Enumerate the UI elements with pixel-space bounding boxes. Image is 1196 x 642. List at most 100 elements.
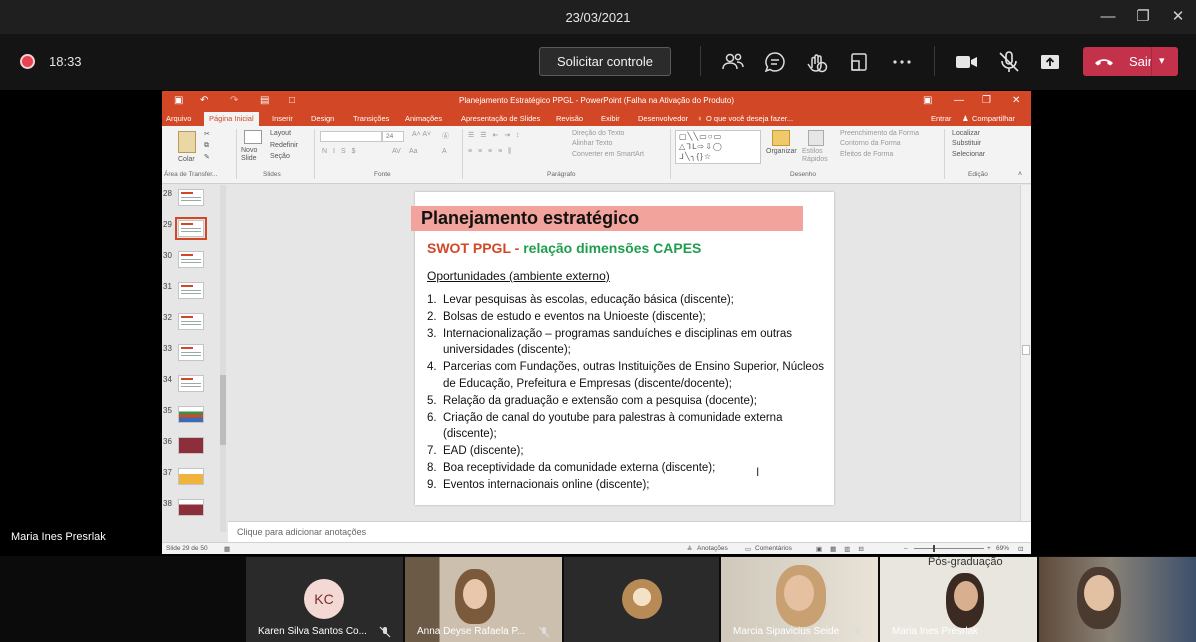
current-slide[interactable]: Planejamento estratégico SWOT PPGL - rel… [411,192,834,505]
tell-me-search[interactable]: O que você deseja fazer... [706,114,793,123]
camera-icon[interactable] [952,48,980,76]
share-link[interactable]: Compartilhar [972,114,1015,123]
tab-animacoes[interactable]: Animações [405,114,442,123]
new-slide-icon[interactable] [244,130,262,144]
notes-pane[interactable]: Clique para adicionar anotações [228,521,1031,543]
participant-tile[interactable] [1039,557,1196,642]
slide-thumbnail[interactable] [178,468,204,485]
font-family-select[interactable] [320,131,382,142]
chevron-down-icon[interactable]: ▾ [1159,54,1165,67]
participant-tile[interactable]: KC Karen Silva Santos Co... [246,557,403,642]
clear-format-icon[interactable]: Ⓐ [442,131,449,141]
tab-inserir[interactable]: Inserir [272,114,293,123]
tab-desenvolvedor[interactable]: Desenvolvedor [638,114,688,123]
ppt-minimize-button[interactable]: — [954,95,964,106]
shape-outline-button[interactable]: Contorno da Forma [840,140,901,147]
font-color-icon[interactable]: A [442,148,447,155]
tab-arquivo[interactable]: Arquivo [166,114,191,123]
quick-styles-icon[interactable] [808,130,824,146]
layout-button[interactable]: Layout [270,130,291,137]
char-spacing-icon[interactable]: AV [392,148,401,155]
align-text-button[interactable]: Alinhar Texto [572,140,612,147]
copy-icon[interactable]: ⧉ [204,142,209,150]
participant-tile[interactable] [564,557,719,642]
ribbon-display-icon[interactable]: ▣ [923,95,932,106]
paste-icon[interactable] [178,131,196,153]
slide-thumbnail[interactable] [178,251,204,268]
slide-thumbnail[interactable] [178,437,204,454]
cut-icon[interactable]: ✂ [204,130,210,138]
spellcheck-icon[interactable]: ▦ [224,545,230,553]
minimize-button[interactable]: — [1094,6,1122,28]
section-button[interactable]: Seção [270,153,290,160]
share-screen-icon[interactable] [1036,48,1064,76]
grow-shrink-font-icon[interactable]: A˄ A˅ [412,131,431,138]
collapse-ribbon-icon[interactable]: ˄ [1018,171,1022,178]
view-buttons-icon[interactable]: ▣▦▥⊟ [816,545,872,553]
reactions-icon[interactable] [803,48,831,76]
participant-tile[interactable]: Anna Deyse Rafaela P... [405,557,562,642]
arrange-button[interactable]: Organizar [766,148,797,155]
slide-thumbnail[interactable] [178,406,204,423]
slide-thumbnail[interactable] [178,375,204,392]
shape-fill-button[interactable]: Preenchimento da Forma [840,130,919,137]
more-options-icon[interactable] [888,48,916,76]
list-buttons-icon[interactable]: ☰ ☰ ⇤ ⇥ ↕ [468,131,522,139]
scrollbar-thumb[interactable] [1022,345,1030,355]
request-control-button[interactable]: Solicitar controle [539,47,671,76]
zoom-out-icon[interactable]: – [904,545,908,552]
replace-button[interactable]: Substituir [952,140,981,147]
zoom-slider-handle[interactable] [933,545,935,552]
scrollbar-thumb[interactable] [220,375,226,445]
shape-effects-button[interactable]: Efeitos de Forma [840,151,893,158]
comments-toggle[interactable]: Comentários [755,545,792,552]
change-case-icon[interactable]: Aa [409,148,418,155]
ppt-restore-button[interactable]: ❐ [982,95,991,106]
arrange-icon[interactable] [772,130,790,146]
tab-exibir[interactable]: Exibir [601,114,620,123]
participants-icon[interactable] [719,48,747,76]
tab-pagina-inicial[interactable]: Página Inicial [204,112,259,126]
close-button[interactable]: ✕ [1164,6,1192,28]
leave-button[interactable]: Sair ▾ [1083,47,1178,76]
zoom-in-icon[interactable]: + [987,545,991,552]
font-style-buttons[interactable]: NIS$ [322,148,362,155]
slide-scrollbar[interactable] [1020,185,1031,521]
shapes-gallery[interactable]: ▢╲╲▭○▭ △ᒣᒪ⇨⇩◯ ᒧ╲╮{}☆ [675,130,761,164]
rooms-icon[interactable] [845,48,873,76]
zoom-level[interactable]: 69% [996,545,1009,552]
tab-revisao[interactable]: Revisão [556,114,583,123]
paste-label[interactable]: Colar [178,156,195,163]
slide-thumbnail[interactable] [178,282,204,299]
find-button[interactable]: Localizar [952,130,980,137]
participant-tile[interactable]: Pós-graduação Maria Ines Presrlak [880,557,1037,642]
quick-styles-button[interactable]: Estilos Rápidos [802,148,832,164]
slide-thumbnail[interactable] [178,313,204,330]
smartart-button[interactable]: Converter em SmartArt [572,151,644,158]
reset-button[interactable]: Redefinir [270,142,298,149]
tab-apresentacao[interactable]: Apresentação de Slides [461,114,540,123]
chat-icon[interactable] [761,48,789,76]
mic-muted-icon[interactable] [995,48,1023,76]
format-painter-icon[interactable]: ✎ [204,153,210,161]
sign-in-link[interactable]: Entrar [931,114,951,123]
thumbnails-scrollbar[interactable] [220,185,226,532]
align-buttons-icon[interactable]: ≡ ≡ ≡ ≡ ⫼ [468,148,513,156]
slide-thumbnail[interactable] [178,499,204,516]
ppt-close-button[interactable]: ✕ [1012,95,1020,106]
zoom-slider[interactable] [914,548,984,549]
select-button[interactable]: Selecionar [952,151,985,158]
participant-tile[interactable]: Marcia Sipavicius Seide [721,557,878,642]
slide-thumbnail[interactable] [178,344,204,361]
new-slide-label[interactable]: Novo Slide [241,147,267,163]
slide-thumbnail-selected[interactable] [175,217,207,240]
notes-toggle[interactable]: Anotações [697,545,728,552]
tab-design[interactable]: Design [311,114,334,123]
tab-transicoes[interactable]: Transições [353,114,389,123]
slide-thumbnail[interactable] [178,189,204,206]
font-size-select[interactable]: 24 [382,131,404,142]
fit-slide-icon[interactable]: ⊡ [1018,545,1023,553]
text-direction-button[interactable]: Direção do Texto [572,130,624,137]
restore-button[interactable]: ❐ [1129,6,1157,28]
slide-count: Slide 29 de 50 [166,545,208,552]
